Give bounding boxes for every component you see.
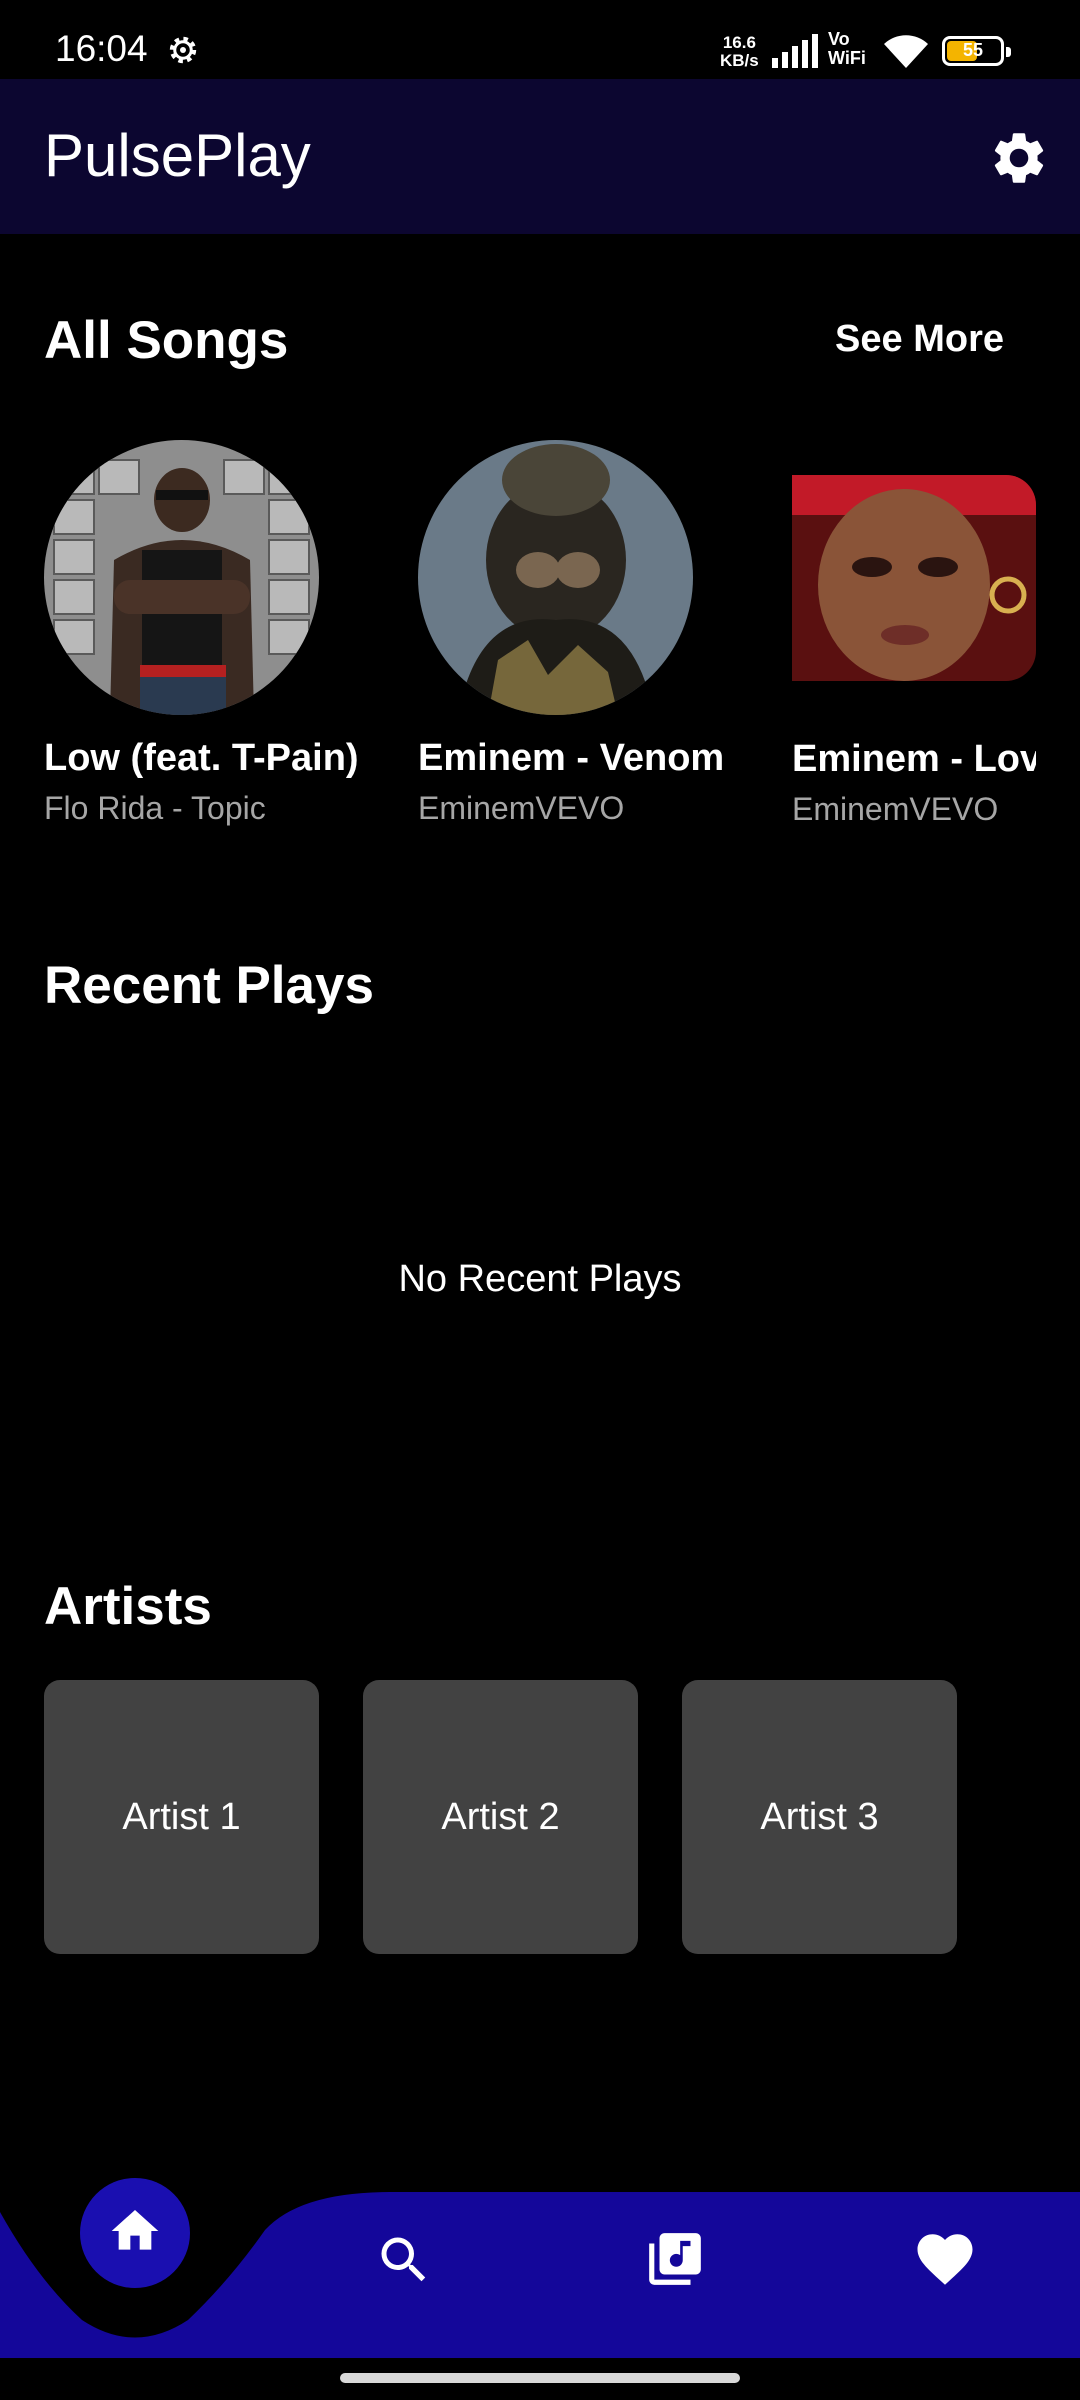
nav-home-button[interactable] [80, 2178, 190, 2288]
artist-card-2[interactable]: Artist 2 [363, 1680, 638, 1954]
vowifi-indicator: Vo WiFi [828, 29, 866, 68]
recent-plays-heading: Recent Plays [44, 956, 374, 1015]
artist-label: Artist 2 [441, 1795, 560, 1838]
artist-label: Artist 1 [122, 1795, 241, 1838]
song-title: Eminem - Lov [792, 738, 1036, 780]
battery-icon: 55 [942, 36, 1011, 66]
all-songs-heading: All Songs [44, 311, 289, 370]
app-bar: PulsePlay [0, 79, 1080, 234]
status-bar: 16:04 16.6 KB/s Vo WiFi 55 [0, 0, 1080, 79]
app-title: PulsePlay [44, 122, 311, 189]
home-icon [111, 2210, 159, 2250]
song-artwork [44, 440, 319, 715]
artist-card-3[interactable]: Artist 3 [682, 1680, 957, 1954]
song-title: Low (feat. T-Pain) [44, 737, 359, 779]
song-card[interactable]: Eminem - Venom EminemVEVO [418, 440, 758, 827]
songs-carousel[interactable]: Low (feat. T-Pain) Flo Rida - Topic Emin… [44, 440, 1036, 860]
network-speed: 16.6 KB/s [720, 33, 759, 70]
wifi-icon [884, 35, 928, 68]
gear-icon [169, 36, 197, 64]
empty-state-message: No Recent Plays [398, 1258, 682, 1300]
cell-signal-icon [772, 34, 818, 68]
song-card[interactable]: Low (feat. T-Pain) Flo Rida - Topic [44, 440, 384, 827]
song-title: Eminem - Venom [418, 737, 725, 779]
home-indicator[interactable] [340, 2373, 740, 2383]
song-artist: EminemVEVO [792, 791, 999, 827]
see-more-button[interactable]: See More [835, 318, 1004, 361]
song-artwork [418, 440, 693, 715]
artist-label: Artist 3 [760, 1795, 879, 1838]
library-music-icon[interactable] [644, 2228, 706, 2290]
settings-gear-icon[interactable] [988, 127, 1050, 189]
heart-icon[interactable] [912, 2226, 978, 2292]
song-artist: EminemVEVO [418, 790, 625, 826]
artist-card-1[interactable]: Artist 1 [44, 1680, 319, 1954]
song-artwork [792, 475, 1036, 681]
song-card[interactable]: Eminem - Lov EminemVEVO [792, 440, 1036, 828]
search-icon[interactable] [374, 2230, 434, 2290]
artists-heading: Artists [44, 1577, 212, 1636]
song-artist: Flo Rida - Topic [44, 790, 266, 826]
battery-level: 55 [962, 40, 984, 60]
status-time: 16:04 [55, 28, 148, 69]
